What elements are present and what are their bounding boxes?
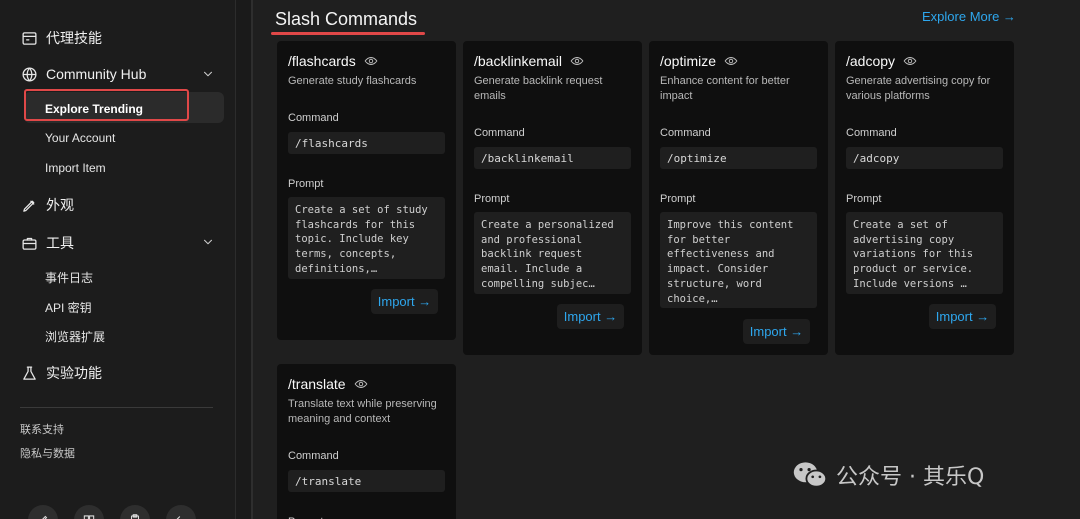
sidebar-bottom-icons: [28, 505, 196, 519]
prompt-label: Prompt: [288, 178, 324, 190]
slash-command-card: /translate Translate text while preservi…: [277, 364, 456, 519]
command-value: /flashcards: [288, 132, 445, 154]
brush-icon: [20, 196, 38, 214]
chevron-down-icon[interactable]: [201, 235, 215, 249]
calendar-icon: [20, 29, 38, 47]
import-button[interactable]: Import →: [557, 304, 624, 329]
card-description: Generate advertising copy for various pl…: [846, 75, 991, 102]
sidebar-item-label: 代理技能: [46, 30, 102, 46]
prompt-preview: Improve this content for better effectiv…: [660, 212, 817, 308]
prompt-preview: Create a set of study flashcards for thi…: [288, 197, 445, 279]
command-label: Command: [288, 112, 339, 124]
page-title: Slash Commands: [275, 9, 418, 29]
watermark: 公众号 · 其乐Q: [792, 458, 984, 492]
pen-icon[interactable]: [28, 505, 58, 519]
eye-icon[interactable]: [354, 377, 368, 391]
import-button[interactable]: Import →: [929, 304, 996, 329]
eye-icon[interactable]: [903, 54, 917, 68]
card-command-name: /flashcards: [288, 53, 356, 69]
sidebar-subitem-event-log[interactable]: 事件日志: [45, 269, 93, 286]
briefcase-icon: [20, 234, 38, 252]
command-value: /optimize: [660, 147, 817, 169]
command-label: Command: [474, 127, 525, 139]
contact-support-link[interactable]: 联系支持: [20, 421, 64, 437]
card-description: Generate study flashcards: [288, 75, 417, 87]
flask-icon: [20, 364, 38, 382]
sidebar-item-community-hub[interactable]: Community Hub: [20, 65, 146, 83]
card-command-name: /adcopy: [846, 53, 896, 69]
sidebar-item-tools[interactable]: 工具: [20, 233, 74, 253]
privacy-data-link[interactable]: 隐私与数据: [20, 445, 75, 461]
prompt-label: Prompt: [846, 193, 882, 205]
prompt-preview: Create a set of advertising copy variati…: [846, 212, 1003, 294]
back-arrow-icon[interactable]: [166, 505, 196, 519]
prompt-label: Prompt: [474, 193, 510, 205]
slash-command-card: /backlinkemail Generate backlink request…: [463, 41, 642, 355]
sidebar-subitem-import-item[interactable]: Import Item: [45, 161, 106, 175]
import-button[interactable]: Import →: [371, 289, 438, 314]
watermark-text: 公众号 · 其乐Q: [836, 465, 985, 490]
title-highlight-underline: [271, 32, 425, 35]
prompt-label: Prompt: [660, 193, 696, 205]
eye-icon[interactable]: [570, 54, 584, 68]
sidebar-subitem-browser-extension[interactable]: 浏览器扩展: [45, 328, 105, 345]
sidebar-item-appearance[interactable]: 外观: [20, 195, 74, 215]
slash-command-card: /flashcards Generate study flashcards Co…: [277, 41, 456, 340]
command-value: /backlinkemail: [474, 147, 631, 169]
command-value: /translate: [288, 470, 445, 492]
sidebar-item-experimental[interactable]: 实验功能: [20, 363, 102, 383]
slash-command-card: /optimize Enhance content for better imp…: [649, 41, 828, 355]
scroll-gutter: [236, 0, 252, 519]
card-command-name: /translate: [288, 376, 346, 392]
chevron-down-icon[interactable]: [201, 67, 215, 81]
card-description: Enhance content for better impact: [660, 75, 790, 102]
book-icon[interactable]: [74, 505, 104, 519]
import-button[interactable]: Import →: [743, 319, 810, 344]
sidebar-subitem-your-account[interactable]: Your Account: [45, 131, 115, 145]
prompt-preview: Create a personalized and professional b…: [474, 212, 631, 294]
sidebar-item-label: 外观: [46, 197, 74, 213]
sidebar-item-label: 工具: [46, 235, 74, 251]
eye-icon[interactable]: [364, 54, 378, 68]
clipboard-icon[interactable]: [120, 505, 150, 519]
command-label: Command: [846, 127, 897, 139]
card-description: Generate backlink request emails: [474, 75, 603, 102]
sidebar-subitem-explore-trending[interactable]: Explore Trending: [45, 102, 143, 116]
command-label: Command: [660, 127, 711, 139]
explore-more-link[interactable]: Explore More →: [922, 9, 1016, 24]
sidebar-item-label: Community Hub: [46, 66, 147, 82]
sidebar-item-agent-skills[interactable]: 代理技能: [20, 28, 102, 48]
globe-icon: [20, 65, 38, 83]
main-content: Slash Commands Explore More → /flashcard…: [253, 0, 1080, 519]
sidebar-divider: [20, 407, 213, 408]
slash-command-card: /adcopy Generate advertising copy for va…: [835, 41, 1014, 355]
command-label: Command: [288, 450, 339, 462]
card-description: Translate text while preserving meaning …: [288, 398, 437, 425]
eye-icon[interactable]: [724, 54, 738, 68]
card-command-name: /backlinkemail: [474, 53, 562, 69]
sidebar-subitem-api-keys[interactable]: API 密钥: [45, 299, 92, 316]
sidebar-item-label: 实验功能: [46, 365, 102, 381]
command-value: /adcopy: [846, 147, 1003, 169]
sidebar: 代理技能 Community Hub Explore Trending Your…: [0, 0, 236, 519]
card-command-name: /optimize: [660, 53, 717, 69]
wechat-logo-icon: [793, 462, 828, 488]
